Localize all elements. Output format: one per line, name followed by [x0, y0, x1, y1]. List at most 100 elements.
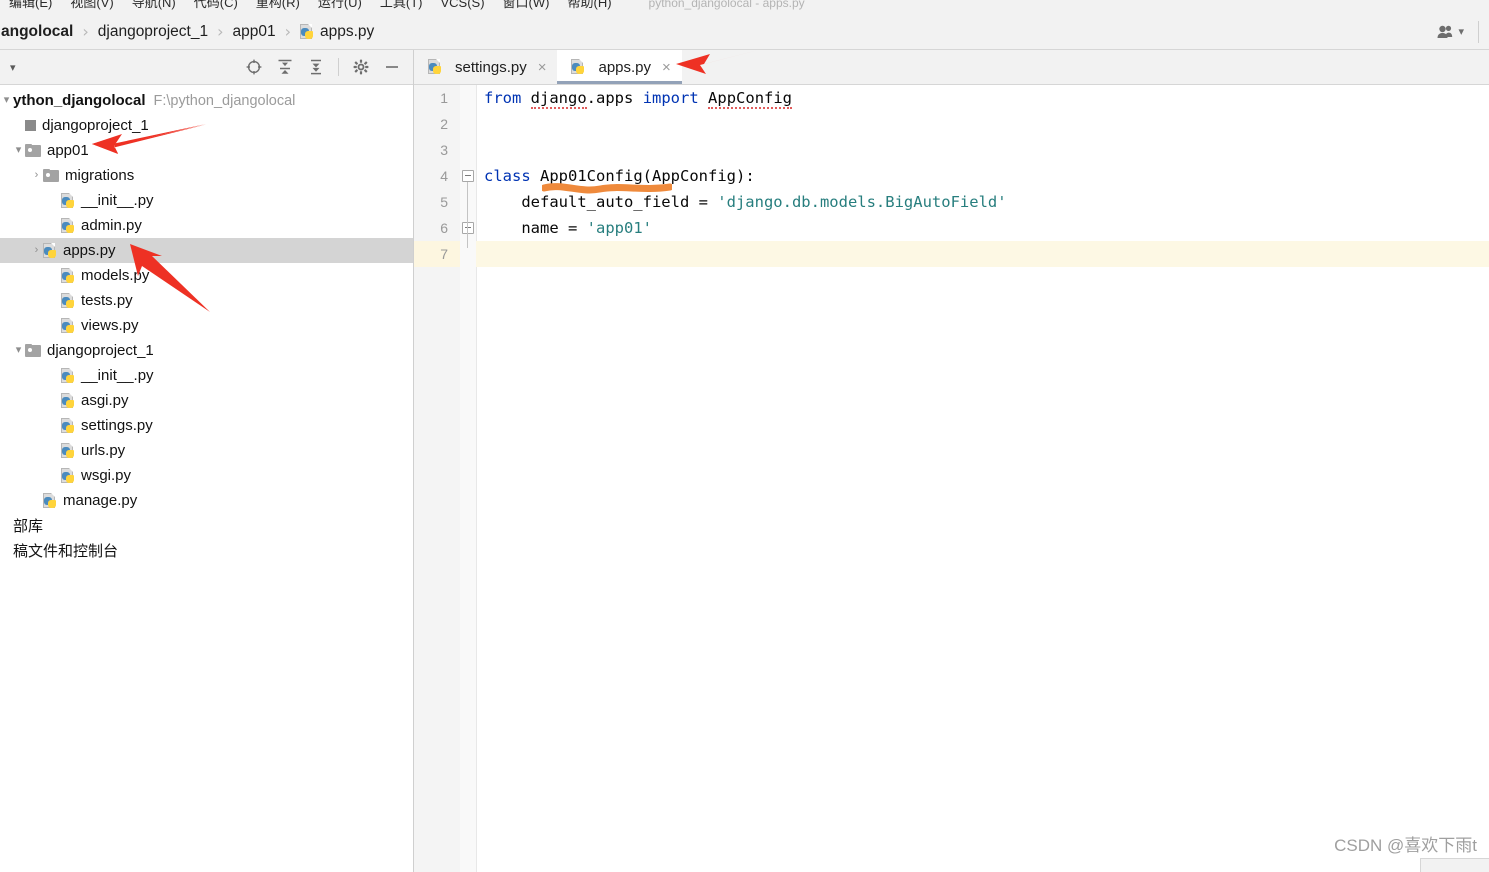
menu-item-view[interactable]: 视图(V)	[61, 0, 122, 14]
breadcrumb-item-djangoproject-1[interactable]: djangoproject_1	[95, 21, 211, 43]
breadcrumb-label: djangoproject_1	[97, 22, 209, 40]
expand-all-icon[interactable]	[276, 58, 294, 76]
tree-item-tests-py[interactable]: tests.py	[0, 288, 413, 313]
code-line-7[interactable]: 7	[414, 241, 1489, 267]
menu-item-vcs[interactable]: VCS(S)	[431, 0, 493, 14]
tree-item-urls-py[interactable]: urls.py	[0, 438, 413, 463]
tree-item-label: migrations	[65, 167, 135, 184]
project-view-selector[interactable]: ▾	[10, 61, 16, 74]
tree-item-init-py[interactable]: __init__.py	[0, 363, 413, 388]
menu-item-navigate[interactable]: 导航(N)	[123, 0, 185, 14]
tree-item-ython-djangolocal[interactable]: ▾ ython_djangolocal F:\python_djangolocal	[0, 88, 413, 113]
tree-item-app01[interactable]: ▾ app01	[0, 138, 413, 163]
menu-item-help[interactable]: 帮助(H)	[558, 0, 620, 14]
folder-icon	[25, 344, 41, 357]
breadcrumb-item-app01[interactable]: app01	[229, 21, 278, 43]
code-token: default_auto_field =	[484, 193, 718, 211]
window-title: python_djangolocal - apps.py	[648, 0, 805, 10]
breadcrumb-item-apps-py[interactable]: apps.py	[297, 21, 377, 43]
tree-item-label: urls.py	[81, 442, 126, 459]
tree-item-label: models.py	[81, 267, 150, 284]
code-token: 'django.db.models.BigAutoField'	[717, 193, 1007, 211]
breadcrumb-separator-2: ›	[217, 22, 224, 41]
chevron-down-icon[interactable]: ▾	[12, 138, 25, 163]
breadcrumb: angolocal › djangoproject_1 › app01 › ap…	[0, 21, 377, 43]
expand-all-glyph	[278, 59, 292, 74]
menu-item-edit[interactable]: 编辑(E)	[0, 0, 61, 14]
breadcrumb-item-project[interactable]: angolocal	[0, 21, 76, 43]
navbar-right-group: ▾	[1437, 20, 1489, 43]
code-token: AppConfig	[652, 167, 737, 185]
tree-item-admin-py[interactable]: admin.py	[0, 213, 413, 238]
chevron-right-icon[interactable]: ›	[30, 163, 43, 188]
people-icon-svg	[1437, 25, 1453, 38]
code-text: default_auto_field = 'django.db.models.B…	[484, 189, 1007, 215]
code-fold-collapse-icon[interactable]	[462, 170, 474, 182]
collapse-all-glyph	[311, 59, 321, 75]
hide-panel-icon[interactable]	[383, 58, 401, 76]
project-tool-window: ▾ ▾ ython_djangolocal F:\python_djangolo…	[0, 50, 414, 872]
python-file-icon	[571, 59, 586, 75]
code-token: import	[642, 89, 699, 107]
scroll-from-source-glyph	[246, 59, 262, 75]
scroll-from-source-icon[interactable]	[245, 58, 263, 76]
tree-item-label: manage.py	[63, 492, 138, 509]
close-icon[interactable]: ×	[538, 59, 547, 76]
tree-item-label: 稿文件和控制台	[13, 543, 119, 560]
code-token: from	[484, 89, 522, 107]
tree-item-djangoproject-1[interactable]: ▾ djangoproject_1	[0, 338, 413, 363]
code-editor[interactable]: 1 from django.apps import AppConfig 2 3 4 cla…	[414, 85, 1489, 872]
tree-item-manage-py[interactable]: manage.py	[0, 488, 413, 513]
editor-tab-label: apps.py	[598, 58, 652, 76]
code-line-1[interactable]: 1 from django.apps import AppConfig	[414, 85, 1489, 111]
tree-item-[interactable]: 部库	[0, 513, 413, 538]
editor-tab-apps-py[interactable]: apps.py ×	[557, 50, 683, 84]
navigation-bar: angolocal › djangoproject_1 › app01 › ap…	[0, 14, 1489, 50]
chevron-down-icon[interactable]: ▾	[0, 88, 13, 113]
line-number: 2	[440, 116, 448, 132]
collapse-all-icon[interactable]	[307, 58, 325, 76]
editor-tab-settings-py[interactable]: settings.py ×	[414, 50, 557, 84]
code-token: apps	[596, 89, 634, 107]
settings-gear-icon[interactable]	[352, 58, 370, 76]
python-file-icon	[61, 442, 76, 459]
tree-item-asgi-py[interactable]: asgi.py	[0, 388, 413, 413]
chevron-right-icon[interactable]: ›	[30, 238, 43, 263]
tree-item-apps-py[interactable]: › apps.py	[0, 238, 413, 263]
csdn-watermark: CSDN @喜欢下雨t	[1334, 836, 1477, 855]
tree-item-[interactable]: 稿文件和控制台	[0, 538, 413, 563]
code-line-3[interactable]: 3	[414, 137, 1489, 163]
tree-item-migrations[interactable]: › migrations	[0, 163, 413, 188]
menu-item-code[interactable]: 代码(C)	[185, 0, 247, 14]
tree-item-models-py[interactable]: models.py	[0, 263, 413, 288]
people-icon[interactable]: ▾	[1437, 25, 1464, 39]
close-icon[interactable]: ×	[662, 59, 671, 76]
tree-item-settings-py[interactable]: settings.py	[0, 413, 413, 438]
code-line-4[interactable]: 4 class App01Config(AppConfig):	[414, 163, 1489, 189]
breadcrumb-separator-1: ›	[82, 22, 89, 41]
python-file-icon	[428, 59, 443, 75]
tree-item-label: views.py	[81, 317, 139, 334]
python-file-icon	[61, 292, 76, 309]
project-tree[interactable]: ▾ ython_djangolocal F:\python_djangolocal d…	[0, 85, 413, 563]
code-line-6[interactable]: 6 name = 'app01'	[414, 215, 1489, 241]
line-number: 4	[440, 168, 448, 184]
code-line-2[interactable]: 2	[414, 111, 1489, 137]
tree-item-label: __init__.py	[81, 367, 154, 384]
menu-item-tools[interactable]: 工具(T)	[371, 0, 432, 14]
tree-item-views-py[interactable]: views.py	[0, 313, 413, 338]
minimize-glyph	[386, 66, 398, 68]
breadcrumb-label: app01	[232, 22, 276, 40]
menu-item-window[interactable]: 窗口(W)	[494, 0, 559, 14]
code-line-5[interactable]: 5 default_auto_field = 'django.db.models…	[414, 189, 1489, 215]
code-content[interactable]: 1 from django.apps import AppConfig 2 3 4 cla…	[414, 85, 1489, 267]
menu-item-run[interactable]: 运行(U)	[309, 0, 371, 14]
tree-item-djangoproject-1[interactable]: djangoproject_1	[0, 113, 413, 138]
chevron-down-icon[interactable]: ▾	[12, 338, 25, 363]
code-fold-end-icon[interactable]	[462, 222, 474, 234]
tree-item-init-py[interactable]: __init__.py	[0, 188, 413, 213]
project-toolbar: ▾	[0, 50, 413, 85]
tree-item-wsgi-py[interactable]: wsgi.py	[0, 463, 413, 488]
menu-item-refactor[interactable]: 重构(R)	[247, 0, 309, 14]
